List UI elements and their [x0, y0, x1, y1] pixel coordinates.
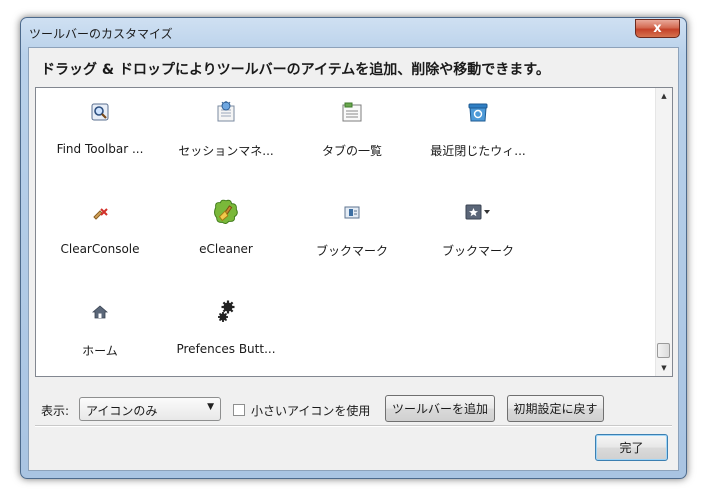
- session-manager-icon: [212, 98, 240, 126]
- palette-scrollbar[interactable]: ▲ ▼: [655, 88, 672, 376]
- palette-item-session-manager[interactable]: セッションマネ...: [162, 98, 290, 168]
- palette-item-ecleaner[interactable]: eCleaner: [162, 198, 290, 268]
- small-icons-label[interactable]: 小さいアイコンを使用: [251, 402, 370, 419]
- done-button[interactable]: 完了: [595, 434, 668, 461]
- palette-item-label: タブの一覧: [321, 144, 382, 158]
- palette-item-recently-closed[interactable]: 最近閉じたウィ...: [414, 98, 542, 168]
- palette-item-label: ClearConsole: [60, 242, 140, 256]
- dropdown-arrow-icon: ▼: [207, 402, 214, 412]
- dialog-client-area: ドラッグ & ドロップによりツールバーのアイテムを追加、削除や移動できます。 F…: [28, 47, 679, 471]
- find-toolbar-icon: [86, 98, 114, 126]
- palette-item-bookmarks-menu[interactable]: ブックマーク: [414, 198, 542, 268]
- display-mode-value: アイコンのみ: [86, 404, 158, 418]
- home-icon: [86, 298, 114, 326]
- done-label: 完了: [619, 441, 644, 455]
- close-button[interactable]: x: [635, 19, 680, 38]
- ecleaner-icon: [212, 198, 240, 226]
- scrollbar-thumb[interactable]: [657, 343, 670, 358]
- preferences-gear-icon: [212, 298, 240, 326]
- window-title: ツールバーのカスタマイズ: [29, 27, 173, 41]
- palette-item-clear-console[interactable]: ClearConsole: [36, 198, 164, 268]
- footer-divider: [35, 425, 672, 427]
- restore-defaults-button[interactable]: 初期設定に戻す: [507, 395, 604, 422]
- palette-item-label: セッションマネ...: [178, 144, 274, 158]
- display-label: 表示:: [41, 404, 70, 418]
- instruction-heading: ドラッグ & ドロップによりツールバーのアイテムを追加、削除や移動できます。: [41, 62, 550, 78]
- palette-item-tab-list[interactable]: タブの一覧: [288, 98, 416, 168]
- options-row: 表示: アイコンのみ ▼ 小さいアイコンを使用 ツールバーを追加 初期設定に戻す: [29, 388, 678, 422]
- bookmarks-icon: [338, 198, 366, 226]
- recently-closed-windows-icon: [464, 98, 492, 126]
- title-bar[interactable]: ツールバーのカスタマイズ x: [21, 18, 686, 48]
- customize-toolbar-dialog: ツールバーのカスタマイズ x ドラッグ & ドロップによりツールバーのアイテムを…: [20, 17, 687, 479]
- palette-item-bookmarks[interactable]: ブックマーク: [288, 198, 416, 268]
- add-toolbar-label: ツールバーを追加: [391, 402, 488, 416]
- palette-item-label: Find Toolbar ...: [56, 142, 144, 156]
- add-toolbar-button[interactable]: ツールバーを追加: [385, 395, 495, 422]
- toolbar-items-palette: Find Toolbar ... セッションマネ... タブの一覧 最近閉じたウ…: [35, 87, 673, 377]
- small-icons-checkbox[interactable]: [233, 404, 245, 416]
- palette-item-preferences[interactable]: Prefences Butt...: [162, 298, 290, 368]
- palette-item-label: Prefences Butt...: [176, 342, 276, 356]
- close-icon: x: [653, 21, 662, 36]
- palette-item-label: eCleaner: [199, 242, 253, 256]
- tab-list-icon: [338, 98, 366, 126]
- clear-console-icon: [86, 198, 114, 226]
- palette-item-label: 最近閉じたウィ...: [430, 144, 526, 158]
- palette-item-label: ホーム: [82, 344, 118, 358]
- restore-defaults-label: 初期設定に戻す: [513, 402, 598, 416]
- palette-item-label: ブックマーク: [315, 244, 388, 258]
- palette-item-label: ブックマーク: [441, 244, 514, 258]
- palette-item-find-toolbar[interactable]: Find Toolbar ...: [36, 98, 164, 168]
- display-mode-select[interactable]: アイコンのみ ▼: [79, 397, 221, 421]
- scroll-up-arrow-icon[interactable]: ▲: [656, 88, 672, 104]
- scroll-down-arrow-icon[interactable]: ▼: [656, 360, 672, 376]
- bookmarks-menu-icon: [464, 198, 492, 226]
- palette-item-home[interactable]: ホーム: [36, 298, 164, 368]
